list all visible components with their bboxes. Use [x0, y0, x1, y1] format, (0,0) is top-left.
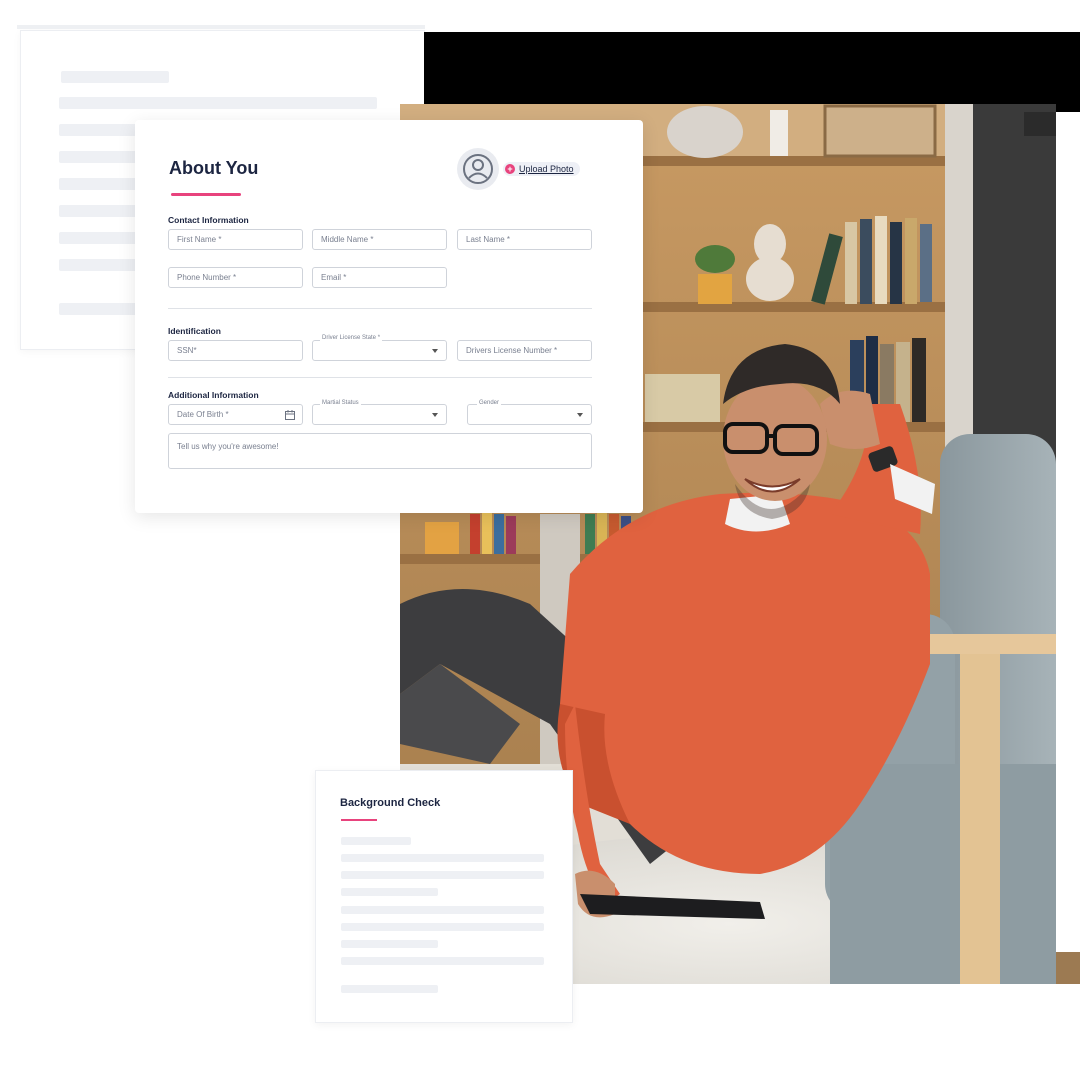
title-underline	[171, 193, 241, 196]
upload-photo-label: Upload Photo	[519, 164, 574, 174]
last-name-field[interactable]: Last Name *	[457, 229, 592, 250]
skeleton-line	[341, 854, 544, 862]
skeleton-line	[59, 151, 139, 163]
skeleton-line	[61, 71, 169, 83]
middle-name-field[interactable]: Middle Name *	[312, 229, 447, 250]
title-underline	[341, 819, 377, 821]
skeleton-line	[59, 97, 377, 109]
martial-status-label: Martial Status	[320, 400, 361, 406]
skeleton-line	[341, 871, 544, 879]
section-identification: Identification	[168, 326, 221, 336]
about-you-form-card: About You + Upload Photo Contact Informa…	[135, 120, 643, 513]
phone-number-field[interactable]: Phone Number *	[168, 267, 303, 288]
section-divider	[168, 377, 592, 378]
email-field[interactable]: Email *	[312, 267, 447, 288]
skeleton-line	[59, 178, 139, 190]
plus-icon: +	[505, 164, 515, 174]
skeleton-line	[341, 985, 438, 993]
martial-status-select[interactable]	[312, 404, 447, 425]
date-of-birth-field[interactable]: Date Of Birth *	[168, 404, 303, 425]
section-contact-information: Contact Information	[168, 215, 249, 225]
drivers-license-number-field[interactable]: Drivers License Number *	[457, 340, 592, 361]
skeleton-line	[341, 888, 438, 896]
about-textarea[interactable]: Tell us why you're awesome!	[168, 433, 592, 469]
skeleton-line	[59, 124, 139, 136]
skeleton-line	[341, 923, 544, 931]
driver-license-state-select[interactable]	[312, 340, 447, 361]
driver-license-state-label: Driver License State *	[320, 335, 383, 341]
form-title: About You	[169, 158, 259, 178]
skeleton-line	[59, 259, 139, 271]
calendar-icon[interactable]	[285, 410, 295, 420]
upload-photo-button[interactable]: + Upload Photo	[503, 162, 580, 176]
user-avatar-icon[interactable]	[457, 148, 499, 190]
ssn-field[interactable]: SSN*	[168, 340, 303, 361]
photo-frame-top	[424, 32, 1080, 104]
section-additional-information: Additional Information	[168, 390, 259, 400]
gender-select[interactable]	[467, 404, 592, 425]
photo-frame-gap	[1056, 136, 1080, 952]
skeleton-line	[341, 957, 544, 965]
date-of-birth-placeholder: Date Of Birth *	[177, 410, 229, 419]
skeleton-line	[341, 837, 411, 845]
skeleton-line	[59, 232, 139, 244]
background-check-title: Background Check	[340, 797, 441, 809]
skeleton-line	[59, 303, 139, 315]
background-check-card: Background Check	[315, 770, 573, 1023]
skeleton-line	[341, 906, 544, 914]
section-divider	[168, 308, 592, 309]
marketing-composition: About You + Upload Photo Contact Informa…	[0, 0, 1080, 1080]
first-name-field[interactable]: First Name *	[168, 229, 303, 250]
photo-frame-edge	[1056, 952, 1080, 984]
skeleton-line	[341, 940, 438, 948]
gender-label: Gender	[477, 400, 502, 406]
photo-frame-edge	[1024, 112, 1056, 136]
skeleton-line	[59, 205, 139, 217]
